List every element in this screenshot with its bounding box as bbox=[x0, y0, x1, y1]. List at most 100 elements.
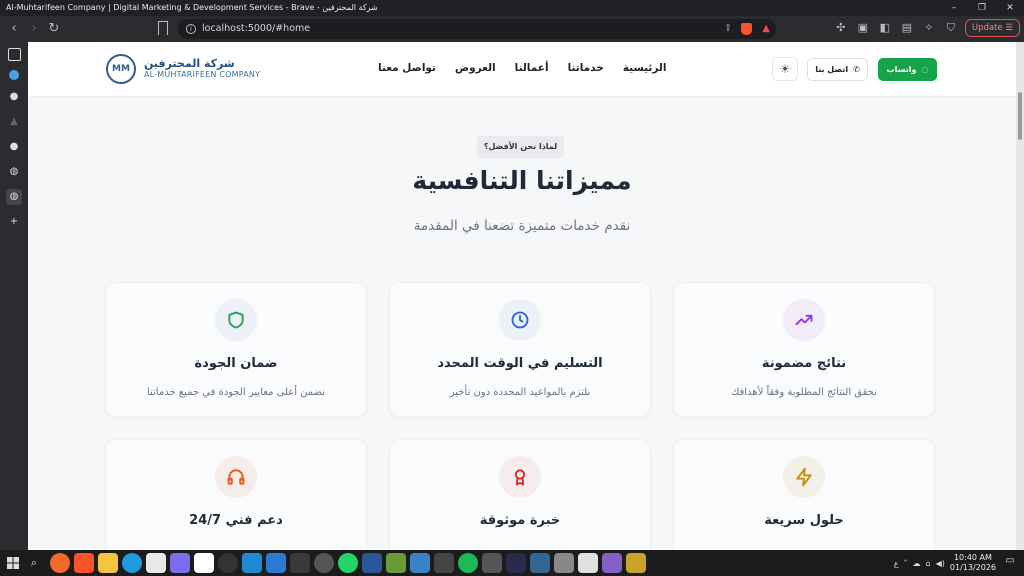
os-taskbar: ⌕ ع ˄ ☁ ⌂ ◀) 10:40 AM 01/13/2026 ▭ bbox=[0, 550, 1024, 576]
spotify-icon[interactable] bbox=[458, 553, 478, 573]
logo-english: AL-MUHTARIFEEN COMPANY bbox=[144, 70, 261, 79]
main-nav: الرئيسية خدماتنا أعمالنا العروض تواصل مع… bbox=[378, 62, 666, 74]
forward-button[interactable]: › bbox=[24, 19, 44, 39]
nav-contact[interactable]: تواصل معنا bbox=[378, 62, 436, 74]
section-badge: لماذا نحن الأفضل؟ bbox=[477, 136, 564, 158]
minimize-button[interactable]: – bbox=[940, 0, 968, 16]
trending-up-icon bbox=[795, 314, 813, 326]
copilot-icon[interactable] bbox=[170, 553, 190, 573]
taskbar-app-icon[interactable] bbox=[506, 553, 526, 573]
taskbar-clock[interactable]: 10:40 AM 01/13/2026 bbox=[950, 553, 996, 573]
word-icon[interactable] bbox=[362, 553, 382, 573]
address-bar[interactable]: i localhost:5000/#home ⇪ ▲ bbox=[178, 19, 776, 39]
github-icon[interactable] bbox=[314, 553, 334, 573]
toolbar-right: ✣ ▣ ◧ ▤ ✧ ⛉ Update ☰ bbox=[833, 19, 1020, 37]
share-icon[interactable]: ⇪ bbox=[724, 19, 732, 39]
card-title: خبرة موثوقة bbox=[479, 513, 561, 528]
clock-time: 10:40 AM bbox=[953, 553, 992, 562]
nav-services[interactable]: خدماتنا bbox=[568, 62, 604, 74]
site-logo[interactable]: MM شركة المحترفين AL-MUHTARIFEEN COMPANY bbox=[106, 54, 260, 84]
github-icon[interactable]: ● bbox=[6, 89, 22, 105]
taskbar-search-icon[interactable]: ⌕ bbox=[26, 550, 42, 576]
edge-icon[interactable] bbox=[122, 553, 142, 573]
globe-icon[interactable]: ◍ bbox=[6, 164, 22, 180]
taskbar-app-icon[interactable] bbox=[578, 553, 598, 573]
add-icon[interactable]: + bbox=[6, 214, 22, 230]
call-button[interactable]: اتصل بنا ✆ bbox=[807, 58, 868, 81]
nav-home[interactable]: الرئيسية bbox=[623, 62, 667, 74]
card-icon-circle bbox=[499, 299, 541, 341]
extensions-icon[interactable]: ✣ bbox=[833, 20, 849, 36]
windows-icon bbox=[7, 557, 19, 569]
page-viewport: MM شركة المحترفين AL-MUHTARIFEEN COMPANY… bbox=[28, 42, 1016, 550]
card-title: نتائج مضمونة bbox=[761, 356, 847, 371]
globe-icon[interactable]: ◍ bbox=[6, 189, 22, 205]
sidebar-app-icon[interactable] bbox=[9, 70, 19, 80]
feature-card: خبرة موثوقة bbox=[389, 439, 651, 550]
reload-button[interactable]: ↻ bbox=[44, 19, 64, 39]
visual-studio-icon[interactable] bbox=[602, 553, 622, 573]
card-icon-circle bbox=[215, 456, 257, 498]
close-button[interactable]: ✕ bbox=[996, 0, 1024, 16]
taskbar-app-icon[interactable] bbox=[434, 553, 454, 573]
nav-works[interactable]: أعمالنا bbox=[515, 62, 549, 74]
section-subtitle: نقدم خدمات متميزة تضعنا في المقدمة bbox=[413, 218, 631, 234]
brave-shield-icon[interactable] bbox=[741, 23, 752, 35]
theme-toggle-button[interactable]: ☀ bbox=[772, 57, 798, 81]
network-icon[interactable]: ⌂ bbox=[926, 559, 931, 568]
sidebar-toggle-icon[interactable]: ◧ bbox=[877, 20, 893, 36]
update-button[interactable]: Update ☰ bbox=[964, 19, 1020, 37]
screenshot-icon[interactable]: ▣ bbox=[855, 20, 871, 36]
start-button[interactable] bbox=[0, 550, 26, 576]
taskbar-app-icon[interactable] bbox=[626, 553, 646, 573]
taskbar-app-icon[interactable] bbox=[386, 553, 406, 573]
taskbar-apps bbox=[50, 553, 646, 573]
award-icon bbox=[514, 469, 526, 486]
cloud-icon[interactable]: ☁ bbox=[913, 559, 921, 568]
back-button[interactable]: ‹ bbox=[4, 19, 24, 39]
bookmark-icon[interactable] bbox=[158, 21, 168, 35]
keyboard-language[interactable]: ع bbox=[894, 559, 899, 568]
card-title: دعم فني 24/7 bbox=[189, 513, 283, 528]
card-description: نلتزم بالمواعيد المحددة دون تأخير bbox=[449, 387, 591, 398]
github-desktop-icon[interactable] bbox=[218, 553, 238, 573]
notification-icon[interactable]: ▭ bbox=[1002, 555, 1018, 571]
file-explorer-icon[interactable] bbox=[98, 553, 118, 573]
window-title: Al-Muhtarifeen Company | Digital Marketi… bbox=[6, 3, 378, 12]
logo-text: شركة المحترفين AL-MUHTARIFEEN COMPANY bbox=[144, 58, 260, 80]
postgres-icon[interactable] bbox=[530, 553, 550, 573]
scrollbar-thumb[interactable] bbox=[1018, 92, 1022, 140]
leo-ai-icon[interactable]: ✧ bbox=[921, 20, 937, 36]
taskbar-app-icon[interactable] bbox=[194, 553, 214, 573]
nav-offers[interactable]: العروض bbox=[455, 62, 496, 74]
calculator-icon[interactable] bbox=[554, 553, 574, 573]
whatsapp-button[interactable]: واتساب ◌ bbox=[878, 58, 937, 81]
card-title: التسليم في الوقت المحدد bbox=[437, 356, 603, 371]
brave-rewards-icon[interactable]: ▲ bbox=[762, 19, 770, 39]
taskbar-app-icon[interactable] bbox=[50, 553, 70, 573]
maximize-button[interactable]: ❐ bbox=[968, 0, 996, 16]
site-info-icon[interactable]: i bbox=[186, 24, 196, 34]
brave-taskbar-icon[interactable] bbox=[74, 553, 94, 573]
github-icon[interactable]: ● bbox=[6, 139, 22, 155]
chevron-up-icon[interactable]: ˄ bbox=[904, 559, 908, 568]
sun-icon: ☀ bbox=[779, 62, 791, 76]
store-icon[interactable] bbox=[146, 553, 166, 573]
page-scrollbar[interactable] bbox=[1016, 42, 1024, 550]
volume-icon[interactable]: ◀) bbox=[936, 559, 945, 568]
sidebar-app-icon[interactable]: ▲ bbox=[6, 114, 22, 130]
clock-date: 01/13/2026 bbox=[949, 563, 996, 572]
clock-icon bbox=[511, 311, 529, 329]
sidebar-panel-icon[interactable] bbox=[7, 48, 21, 61]
window-controls: – ❐ ✕ bbox=[940, 0, 1024, 16]
whatsapp-taskbar-icon[interactable] bbox=[338, 553, 358, 573]
vscode-icon[interactable] bbox=[242, 553, 262, 573]
wallet-icon[interactable]: ▤ bbox=[899, 20, 915, 36]
taskbar-app-icon[interactable] bbox=[410, 553, 430, 573]
taskbar-app-icon[interactable] bbox=[290, 553, 310, 573]
vpn-icon[interactable]: ⛉ bbox=[943, 20, 959, 36]
taskbar-app-icon[interactable] bbox=[482, 553, 502, 573]
taskbar-app-icon[interactable] bbox=[266, 553, 286, 573]
shield-icon bbox=[228, 311, 244, 329]
site-header: MM شركة المحترفين AL-MUHTARIFEEN COMPANY… bbox=[28, 42, 1016, 97]
